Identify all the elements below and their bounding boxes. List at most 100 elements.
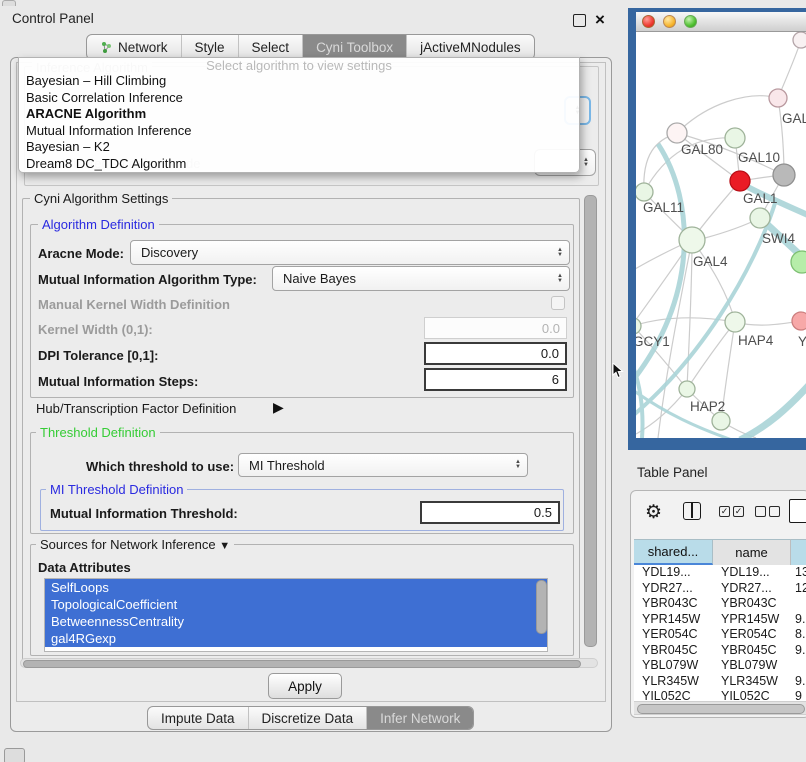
cyni-algorithm-settings-title: Cyni Algorithm Settings — [30, 191, 172, 206]
table-hscrollbar-thumb[interactable] — [637, 704, 805, 714]
cell-value: 9 — [791, 689, 806, 701]
table-row[interactable]: YIL052C YIL052C 9 — [634, 689, 806, 701]
table-row[interactable]: YBL079W YBL079W — [634, 658, 806, 674]
float-window-icon[interactable] — [573, 14, 586, 27]
network-node-gal4[interactable] — [679, 227, 705, 253]
network-node-bottom[interactable] — [712, 412, 730, 430]
network-node-top-partial[interactable] — [793, 32, 806, 48]
mi-type-value: Naive Bayes — [273, 271, 551, 286]
dpi-tolerance-field[interactable]: 0.0 — [424, 342, 567, 365]
combo-stepper-icon: ▲▼ — [551, 274, 569, 284]
kernel-width-field[interactable]: 0.0 — [424, 317, 567, 339]
cell-name: YER054C — [713, 627, 791, 643]
network-node-gal-partial[interactable] — [769, 89, 787, 107]
node-label-gal10: GAL10 — [738, 150, 780, 165]
dropdown-item[interactable]: Bayesian – K2 — [19, 139, 579, 156]
network-canvas[interactable]: GAL GAL80 GAL10 GAL1 GAL11 SWI4 GAL4 GCY… — [636, 32, 806, 438]
unchecked-box-icon — [755, 506, 766, 517]
network-node-gal10[interactable] — [725, 128, 745, 148]
list-item[interactable]: gal4RGexp — [45, 630, 547, 647]
column-header-name[interactable]: name — [713, 539, 791, 565]
network-node-salmon[interactable] — [792, 312, 806, 330]
table-row[interactable]: YBR043C YBR043C — [634, 596, 806, 612]
table-row[interactable]: YLR345W YLR345W 9. — [634, 674, 806, 690]
tab-infer-network-label: Infer Network — [380, 711, 460, 726]
tab-select[interactable]: Select — [238, 35, 303, 59]
split-columns-icon[interactable] — [683, 502, 701, 520]
network-node-green-bright[interactable] — [791, 251, 806, 273]
mi-steps-field[interactable]: 6 — [424, 368, 567, 391]
dropdown-item-selected[interactable]: ARACNE Algorithm — [19, 106, 579, 123]
dropdown-item[interactable]: Basic Correlation Inference — [19, 90, 579, 107]
cell-name: YBL079W — [713, 658, 791, 674]
mi-threshold-field[interactable]: 0.5 — [420, 501, 560, 524]
settings-hscrollbar-thumb[interactable] — [23, 660, 581, 668]
attribute-list-scrollbar[interactable] — [536, 580, 547, 634]
tab-infer-network[interactable]: Infer Network — [366, 707, 473, 729]
hub-expand-arrow-icon[interactable]: ▶ — [273, 399, 284, 416]
apply-button[interactable]: Apply — [268, 673, 342, 699]
panel-tab-sliver — [2, 0, 16, 6]
list-item[interactable]: BetweennessCentrality — [45, 613, 547, 630]
list-item[interactable]: SelfLoops — [45, 579, 547, 596]
cell-value: 9. — [791, 612, 806, 628]
tab-impute-data[interactable]: Impute Data — [148, 707, 248, 729]
network-node-swi4[interactable] — [750, 208, 770, 228]
dropdown-item[interactable]: Bayesian – Hill Climbing — [19, 73, 579, 90]
node-label-y-partial: Y — [798, 334, 806, 349]
tab-cyni-toolbox-label: Cyni Toolbox — [316, 40, 393, 55]
mini-panel-button[interactable] — [4, 748, 25, 762]
network-node-hap2[interactable] — [679, 381, 695, 397]
network-node-gal1-red[interactable] — [730, 171, 750, 191]
settings-vscrollbar-thumb[interactable] — [584, 195, 597, 647]
deselect-all-checkboxes-icon[interactable] — [755, 506, 780, 517]
close-icon[interactable]: × — [595, 14, 605, 25]
close-traffic-light[interactable] — [642, 15, 655, 28]
network-node-gal80[interactable] — [667, 123, 687, 143]
network-window-titlebar[interactable] — [636, 12, 806, 32]
tab-discretize-data-label: Discretize Data — [262, 711, 354, 726]
cell-shared: YDL19... — [634, 565, 713, 581]
tab-network[interactable]: Network — [87, 35, 181, 59]
which-threshold-combo[interactable]: MI Threshold ▲▼ — [238, 453, 528, 477]
table-row[interactable]: YBR045C YBR045C 9. — [634, 643, 806, 659]
sources-title-text: Sources for Network Inference — [40, 537, 216, 552]
cell-value: 12 — [791, 581, 806, 597]
settings-hscrollbar-track[interactable] — [20, 658, 598, 668]
gear-icon[interactable]: ⚙ — [645, 501, 662, 524]
network-node-gal11[interactable] — [636, 183, 653, 201]
threshold-definition-title: Threshold Definition — [36, 425, 160, 440]
tab-discretize-data[interactable]: Discretize Data — [248, 707, 367, 729]
tab-style[interactable]: Style — [181, 35, 238, 59]
cell-value: 9. — [791, 674, 806, 690]
sources-collapse-arrow-icon[interactable]: ▼ — [219, 540, 230, 552]
mi-type-combo[interactable]: Naive Bayes ▲▼ — [272, 266, 570, 291]
network-node-gray[interactable] — [773, 164, 795, 186]
manual-kernel-checkbox[interactable] — [551, 296, 565, 310]
network-node-gcy1[interactable] — [636, 318, 641, 334]
table-row[interactable]: YDR27... YDR27... 12 — [634, 581, 806, 597]
column-header-shared[interactable]: shared... — [634, 539, 713, 565]
minimize-traffic-light[interactable] — [663, 15, 676, 28]
cell-value: 13 — [791, 565, 806, 581]
list-item[interactable]: TopologicalCoefficient — [45, 596, 547, 613]
table-row[interactable]: YPR145W YPR145W 9. — [634, 612, 806, 628]
dropdown-item[interactable]: Dream8 DC_TDC Algorithm — [19, 156, 579, 173]
dropdown-item[interactable]: Mutual Information Inference — [19, 123, 579, 140]
network-node-hap4[interactable] — [725, 312, 745, 332]
document-icon-partial[interactable] — [789, 499, 806, 523]
table-row[interactable]: YER054C YER054C 8. — [634, 627, 806, 643]
screen: Control Panel × Network Style Select Cyn… — [0, 0, 806, 762]
table-hscrollbar-track[interactable] — [634, 701, 806, 715]
aracne-mode-combo[interactable]: Discovery ▲▼ — [130, 240, 570, 265]
aracne-mode-label: Aracne Mode: — [38, 246, 124, 261]
column-header-partial[interactable] — [791, 539, 806, 565]
network-tab-icon — [100, 41, 113, 54]
zoom-traffic-light[interactable] — [684, 15, 697, 28]
checked-box-icon: ✓ — [719, 506, 730, 517]
tab-jactivemnodules[interactable]: jActiveMNodules — [406, 35, 534, 59]
cell-shared: YER054C — [634, 627, 713, 643]
tab-cyni-toolbox[interactable]: Cyni Toolbox — [302, 35, 406, 59]
table-row[interactable]: YDL19... YDL19... 13 — [634, 565, 806, 581]
select-all-checkboxes-icon[interactable]: ✓ ✓ — [719, 506, 744, 517]
